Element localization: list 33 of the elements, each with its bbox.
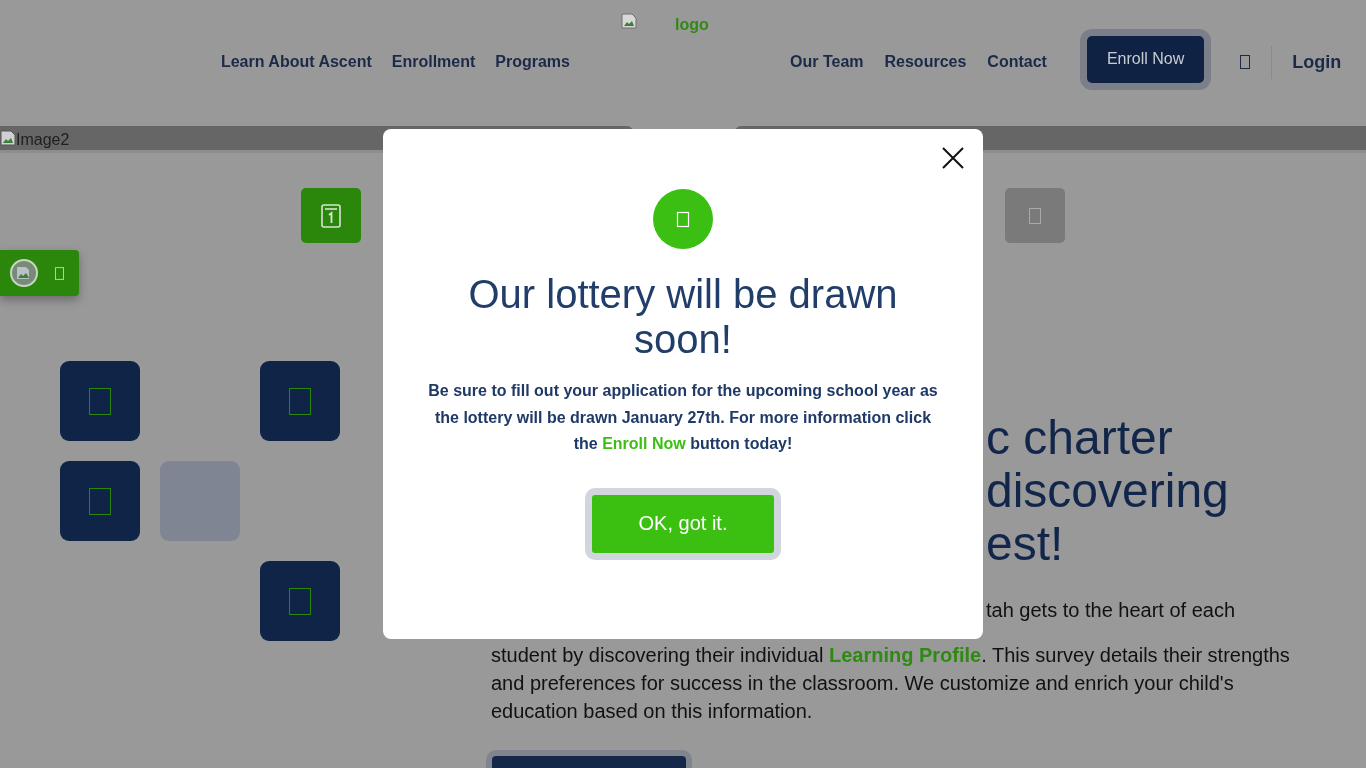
broken-image-icon (621, 13, 637, 29)
close-icon (942, 147, 964, 169)
nav-link[interactable]: Our Team (790, 52, 864, 72)
glyph-box-icon (289, 587, 311, 615)
calendar-icon (321, 203, 341, 228)
close-button[interactable] (942, 147, 964, 169)
nav-link[interactable]: Resources (884, 52, 967, 72)
paragraph-text: tah gets to the heart of each (986, 598, 1237, 623)
glyph-circle-icon (653, 189, 713, 249)
heading-text: est! (986, 517, 1065, 570)
image-alt-text: Image2 (16, 131, 70, 149)
floating-tab[interactable] (0, 250, 79, 296)
intro-paragraph: student by discovering their individual Learning Profile. This survey details their strengths and preferences for success in the classroom. We customize and enrich your child's education based on this information. (491, 643, 1291, 724)
nav-link[interactable]: Contact (987, 52, 1047, 72)
dialog-title: Our lottery will be drawn soon! (467, 272, 899, 362)
heading-text: discovering (986, 464, 1230, 517)
cropped-button[interactable] (486, 750, 692, 768)
dialog-message: Be sure to fill out your application for the upcoming school year as the lottery will be drawn January 27th. For more information click the Enroll Now button today! (427, 381, 939, 454)
glyph-box-icon (55, 266, 64, 280)
heading-text: c charter (986, 411, 1174, 464)
nav-link[interactable]: Enrollment (391, 52, 476, 72)
glyph-box-icon (89, 487, 111, 515)
nav-link[interactable]: Learn About Ascent (220, 52, 372, 72)
enroll-now-button[interactable]: Enroll Now (1079, 28, 1212, 90)
glyph-box-icon[interactable] (1240, 55, 1251, 69)
icon-tab[interactable] (301, 188, 361, 243)
login-link[interactable]: Login (1292, 51, 1342, 73)
avatar-icon (10, 259, 38, 287)
glyph-box-icon (89, 387, 111, 415)
broken-image-icon (0, 130, 16, 146)
nav-link[interactable]: Programs (495, 52, 570, 72)
glyph-box-icon (289, 387, 311, 415)
glyph-box-icon (1029, 207, 1041, 224)
